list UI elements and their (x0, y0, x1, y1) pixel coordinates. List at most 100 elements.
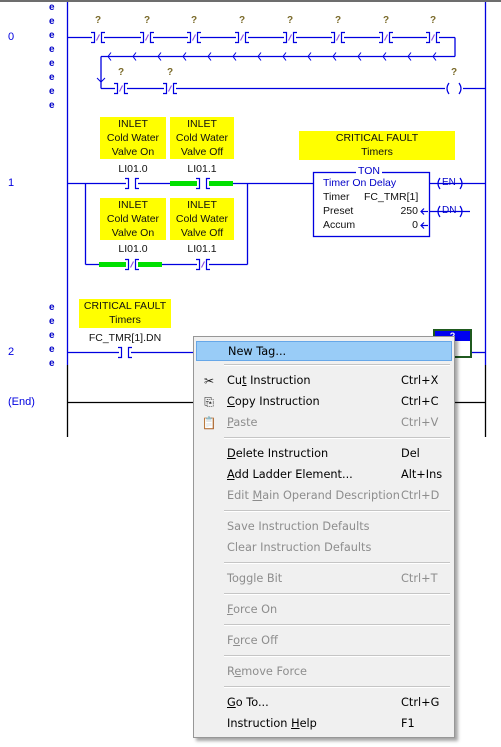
menu-separator (224, 593, 450, 595)
operand-placeholder[interactable]: ? (164, 67, 176, 78)
rung0-contact[interactable] (163, 81, 177, 96)
menu-item-shortcut: Ctrl+D (401, 489, 440, 502)
menu-item-new-tag[interactable]: New Tag... (196, 341, 452, 361)
error-marker: e (49, 58, 55, 69)
power-flow-highlight (137, 262, 162, 267)
menu-item-label: Go To... (227, 696, 269, 709)
power-flow-highlight (170, 181, 200, 186)
end-rung-label: (End) (8, 396, 35, 408)
error-marker: e (49, 16, 55, 27)
menu-item-edit-main-operand-description[interactable]: Edit Main Operand Description Ctrl+D (196, 486, 452, 506)
ton-description: CRITICAL FAULT Timers (299, 131, 455, 160)
menu-item-label: Paste (227, 416, 258, 429)
menu-item-cut-instruction[interactable]: ✂ Cut Instruction Ctrl+X (196, 371, 452, 391)
rung0-top-wire (67, 36, 486, 90)
error-marker: e (49, 44, 55, 55)
menu-item-add-ladder-element[interactable]: Add Ladder Element... Alt+Ins (196, 465, 452, 485)
operand-placeholder[interactable]: ? (115, 67, 127, 78)
menu-item-label: Cut Instruction (227, 374, 311, 387)
operand-placeholder[interactable]: ? (332, 15, 344, 26)
rung0-output-coil (445, 82, 463, 95)
menu-item-label: New Tag... (228, 345, 287, 358)
menu-item-force-off[interactable]: Force Off (196, 631, 452, 651)
error-marker: e (49, 330, 55, 341)
rung-number: 1 (8, 177, 15, 189)
operand-placeholder[interactable]: ? (284, 15, 296, 26)
contact-operand[interactable]: LI01.0 (100, 163, 166, 175)
copy-icon: ⎘ (204, 395, 214, 409)
menu-item-shortcut: Ctrl+V (401, 416, 439, 429)
contact-description: INLET Cold Water Valve On (100, 198, 166, 240)
ton-en-label: EN (442, 177, 456, 188)
operand-placeholder[interactable]: ? (236, 15, 248, 26)
menu-item-copy-instruction[interactable]: ⎘ Copy Instruction Ctrl+C (196, 392, 452, 412)
rung0-contact[interactable] (379, 30, 393, 45)
ton-preset-value[interactable]: 250 (380, 205, 418, 217)
menu-item-force-on[interactable]: Force On (196, 600, 452, 620)
contact-operand[interactable]: LI01.1 (170, 243, 234, 255)
error-marker: e (49, 302, 55, 313)
ton-preset-label: Preset (323, 205, 354, 217)
menu-item-save-instruction-defaults[interactable]: Save Instruction Defaults (196, 517, 452, 537)
menu-item-paste[interactable]: 📋 Paste Ctrl+V (196, 413, 452, 433)
error-marker: e (49, 100, 55, 111)
operand-placeholder[interactable]: ? (92, 15, 104, 26)
ton-dn-label: DN (442, 205, 457, 216)
menu-separator (224, 655, 450, 657)
ton-title: TON (356, 165, 382, 177)
rung1-contact[interactable] (196, 176, 210, 191)
contact-description: INLET Cold Water Valve Off (170, 198, 234, 240)
rung1-contact[interactable] (125, 257, 139, 272)
menu-item-label: Save Instruction Defaults (227, 520, 370, 533)
paste-icon: 📋 (201, 416, 217, 430)
operand-placeholder[interactable]: ? (141, 15, 153, 26)
rung2-contact[interactable] (118, 345, 132, 360)
contact-operand[interactable]: FC_TMR[1].DN (79, 332, 171, 344)
menu-item-label: Edit Main Operand Description (227, 489, 400, 502)
menu-item-go-to[interactable]: Go To... Ctrl+G (196, 693, 452, 713)
error-marker: e (49, 316, 55, 327)
rung0-contact[interactable] (235, 30, 249, 45)
contact-description: INLET Cold Water Valve On (100, 117, 166, 159)
rung1-contact[interactable] (125, 176, 139, 191)
menu-separator (224, 510, 450, 512)
menu-item-instruction-help[interactable]: Instruction Help F1 (196, 714, 452, 734)
menu-item-remove-force[interactable]: Remove Force (196, 662, 452, 682)
ton-accum-label: Accum (323, 219, 356, 231)
menu-item-label: Copy Instruction (227, 395, 320, 408)
rung0-contact[interactable] (331, 30, 345, 45)
error-marker: e (49, 2, 55, 13)
operand-placeholder[interactable]: ? (448, 67, 460, 78)
ton-name[interactable]: Timer On Delay (323, 177, 396, 189)
rung0-contact[interactable] (91, 30, 105, 45)
ton-timer-value[interactable]: FC_TMR[1] (364, 191, 418, 203)
menu-item-clear-instruction-defaults[interactable]: Clear Instruction Defaults (196, 538, 452, 558)
menu-separator (224, 686, 450, 688)
ton-timer-label: Timer (323, 191, 350, 203)
ton-accum-value[interactable]: 0 (380, 219, 418, 231)
rung0-contact[interactable] (426, 30, 440, 45)
menu-item-shortcut: Ctrl+X (401, 374, 439, 387)
rung0-contact[interactable] (187, 30, 201, 45)
power-flow-highlight (99, 262, 129, 267)
rung1-contact[interactable] (196, 257, 210, 272)
rung0-contact[interactable] (140, 30, 154, 45)
menu-item-toggle-bit[interactable]: Toggle Bit Ctrl+T (196, 569, 452, 589)
menu-item-shortcut: Ctrl+G (401, 696, 440, 709)
rung-number: 0 (8, 31, 15, 43)
menu-item-label: Force Off (227, 634, 278, 647)
menu-item-label: Delete Instruction (227, 447, 329, 460)
contact-operand[interactable]: LI01.1 (170, 163, 234, 175)
menu-item-delete-instruction[interactable]: Delete Instruction Del (196, 444, 452, 464)
contact-operand[interactable]: LI01.0 (100, 243, 166, 255)
operand-placeholder[interactable]: ? (188, 15, 200, 26)
rung0-contact[interactable] (114, 81, 128, 96)
menu-item-label: Clear Instruction Defaults (227, 541, 372, 554)
scissors-icon: ✂ (203, 374, 215, 388)
operand-placeholder[interactable]: ? (427, 15, 439, 26)
rung0-contact[interactable] (283, 30, 297, 45)
menu-item-label: Toggle Bit (227, 572, 283, 585)
operand-placeholder[interactable]: ? (380, 15, 392, 26)
menu-separator (224, 437, 450, 439)
error-marker: e (49, 30, 55, 41)
